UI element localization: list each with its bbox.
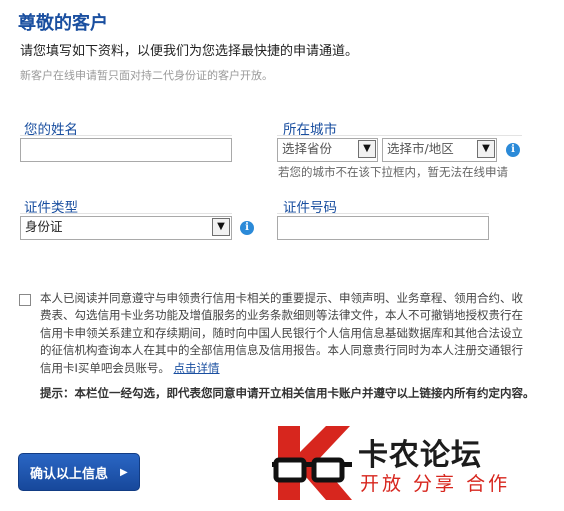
play-arrow-icon: ▶ xyxy=(120,466,128,478)
notice-text: 新客户在线申请暂只面对持二代身份证的客户开放。 xyxy=(20,69,273,82)
details-link[interactable]: 点击详情 xyxy=(174,361,220,375)
info-icon[interactable]: i xyxy=(240,221,254,235)
agreement-checkbox[interactable] xyxy=(19,294,31,306)
city-select-value: 选择市/地区 xyxy=(387,141,454,156)
confirm-button-label: 确认以上信息 xyxy=(30,466,109,482)
confirm-button[interactable]: 确认以上信息 ▶ xyxy=(18,453,140,491)
id-type-label-divider xyxy=(20,213,232,214)
city-label-divider xyxy=(277,135,522,136)
province-select[interactable]: 选择省份 ▼ xyxy=(277,138,378,162)
agreement-text: 本人已阅读并同意遵守与申领贵行信用卡相关的重要提示、申领声明、业务章程、领用合约… xyxy=(40,290,530,377)
agreement-body: 本人已阅读并同意遵守与申领贵行信用卡相关的重要提示、申领声明、业务章程、领用合约… xyxy=(40,291,523,375)
agreement-tip: 提示：本栏位一经勾选，即代表您同意申请开立相关信用卡账户并遵守以上链接内所有约定… xyxy=(40,386,535,400)
id-type-select[interactable]: 身份证 ▼ xyxy=(20,216,232,240)
kanong-logo-icon xyxy=(272,426,352,500)
watermark-name: 卡农论坛 xyxy=(358,438,482,473)
province-select-value: 选择省份 xyxy=(282,141,333,156)
id-number-input[interactable] xyxy=(277,216,489,240)
chevron-down-icon[interactable]: ▼ xyxy=(212,218,230,236)
chevron-down-icon[interactable]: ▼ xyxy=(477,140,495,158)
name-label-divider xyxy=(20,135,232,136)
page-title: 尊敬的客户 xyxy=(18,13,108,34)
intro-text: 请您填写如下资料，以便我们为您选择最快捷的申请通道。 xyxy=(20,44,359,59)
watermark-slogan: 开放 分享 合作 xyxy=(360,473,511,495)
city-warning: 若您的城市不在该下拉框内，暂无法在线申请 xyxy=(278,165,508,179)
city-select[interactable]: 选择市/地区 ▼ xyxy=(382,138,497,162)
info-icon[interactable]: i xyxy=(506,143,520,157)
name-input[interactable] xyxy=(20,138,232,162)
chevron-down-icon[interactable]: ▼ xyxy=(358,140,376,158)
id-type-select-value: 身份证 xyxy=(25,219,63,234)
id-number-label-divider xyxy=(277,213,489,214)
